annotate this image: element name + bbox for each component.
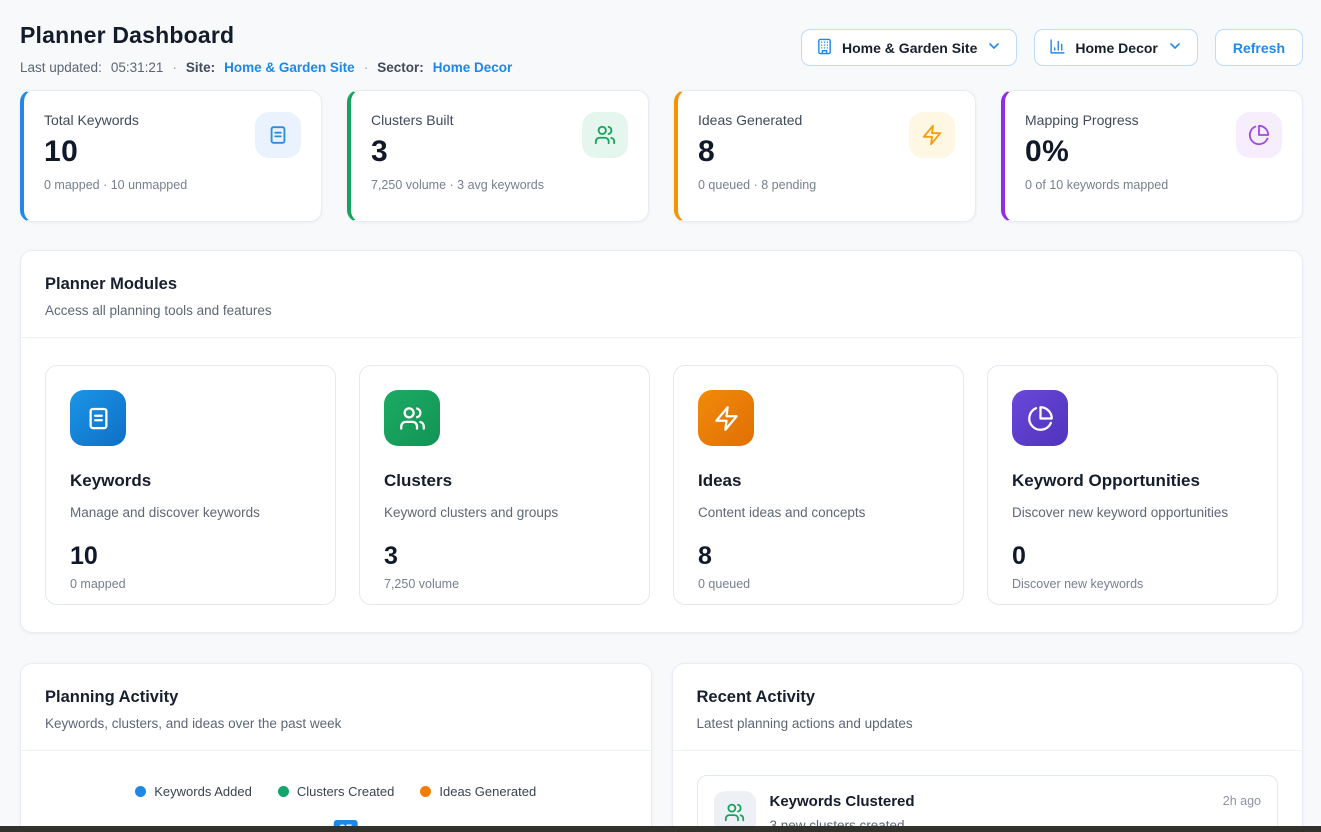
users-icon	[582, 112, 628, 158]
stat-value: 8	[698, 135, 816, 169]
site-label: Site:	[186, 60, 215, 75]
stats-row: Total Keywords 10 0 mapped · 10 unmapped…	[20, 90, 1303, 222]
last-updated-value: 05:31:21	[111, 60, 164, 75]
module-description: Discover new keyword opportunities	[1012, 505, 1253, 520]
stat-value: 3	[371, 135, 544, 169]
module-subtext: 0 queued	[698, 577, 939, 591]
module-title: Keyword Opportunities	[1012, 471, 1253, 491]
taskbar-edge	[0, 826, 1321, 832]
header-controls: Home & Garden Site Home Decor Refresh	[801, 29, 1303, 66]
file-lines-icon	[255, 112, 301, 158]
site-selector-dropdown[interactable]: Home & Garden Site	[801, 29, 1017, 66]
module-subtext: Discover new keywords	[1012, 577, 1253, 591]
activity-title: Keywords Clustered	[770, 793, 1209, 810]
legend-dot-blue	[135, 786, 146, 797]
chevron-down-icon	[986, 38, 1002, 57]
module-description: Content ideas and concepts	[698, 505, 939, 520]
stat-card-clusters-built: Clusters Built 3 7,250 volume · 3 avg ke…	[347, 90, 649, 222]
users-icon	[384, 390, 440, 446]
stat-card-ideas-generated: Ideas Generated 8 0 queued · 8 pending	[674, 90, 976, 222]
legend-label: Keywords Added	[154, 784, 252, 799]
planner-modules-panel: Planner Modules Access all planning tool…	[20, 250, 1303, 633]
bottom-row: Planning Activity Keywords, clusters, an…	[20, 663, 1303, 832]
planning-activity-subtitle: Keywords, clusters, and ideas over the p…	[45, 716, 627, 731]
pie-chart-icon	[1236, 112, 1282, 158]
module-description: Keyword clusters and groups	[384, 505, 625, 520]
module-card-keyword-opportunities[interactable]: Keyword Opportunities Discover new keywo…	[987, 365, 1278, 605]
recent-activity-title: Recent Activity	[697, 688, 1279, 707]
chevron-down-icon	[1167, 38, 1183, 57]
header-meta: Last updated: 05:31:21 · Site: Home & Ga…	[20, 60, 512, 75]
stat-label: Mapping Progress	[1025, 112, 1168, 128]
module-value: 10	[70, 542, 311, 571]
legend-dot-green	[278, 786, 289, 797]
legend-label: Clusters Created	[297, 784, 395, 799]
planning-activity-panel: Planning Activity Keywords, clusters, an…	[20, 663, 652, 832]
stat-label: Clusters Built	[371, 112, 544, 128]
module-description: Manage and discover keywords	[70, 505, 311, 520]
meta-separator: ·	[172, 60, 177, 75]
site-link[interactable]: Home & Garden Site	[224, 60, 355, 75]
stat-subtext: 0 queued · 8 pending	[698, 178, 816, 192]
stat-subtext: 0 of 10 keywords mapped	[1025, 178, 1168, 192]
zap-icon	[698, 390, 754, 446]
zap-icon	[909, 112, 955, 158]
modules-header: Planner Modules Access all planning tool…	[21, 251, 1302, 338]
meta-separator: ·	[364, 60, 369, 75]
legend-item-clusters-created: Clusters Created	[278, 784, 395, 799]
last-updated-label: Last updated:	[20, 60, 102, 75]
sector-selector-value: Home Decor	[1075, 40, 1157, 56]
recent-activity-subtitle: Latest planning actions and updates	[697, 716, 1279, 731]
stat-value: 0%	[1025, 135, 1168, 169]
building-icon	[816, 38, 833, 58]
activity-item-keywords-clustered: Keywords Clustered 3 new clusters create…	[697, 775, 1279, 832]
file-lines-icon	[70, 390, 126, 446]
planning-activity-header: Planning Activity Keywords, clusters, an…	[21, 664, 651, 751]
stat-value: 10	[44, 135, 187, 169]
sector-selector-dropdown[interactable]: Home Decor	[1034, 29, 1197, 66]
module-card-ideas[interactable]: Ideas Content ideas and concepts 8 0 que…	[673, 365, 964, 605]
recent-activity-header: Recent Activity Latest planning actions …	[673, 664, 1303, 751]
header-left: Planner Dashboard Last updated: 05:31:21…	[20, 20, 512, 75]
module-title: Clusters	[384, 471, 625, 491]
modules-grid: Keywords Manage and discover keywords 10…	[21, 338, 1302, 632]
module-title: Ideas	[698, 471, 939, 491]
stat-label: Ideas Generated	[698, 112, 816, 128]
activity-list: Keywords Clustered 3 new clusters create…	[673, 751, 1303, 832]
stat-card-mapping-progress: Mapping Progress 0% 0 of 10 keywords map…	[1001, 90, 1303, 222]
planning-activity-title: Planning Activity	[45, 688, 627, 707]
module-title: Keywords	[70, 471, 311, 491]
module-subtext: 0 mapped	[70, 577, 311, 591]
page-title: Planner Dashboard	[20, 22, 512, 49]
module-value: 3	[384, 542, 625, 571]
module-value: 0	[1012, 542, 1253, 571]
stat-label: Total Keywords	[44, 112, 187, 128]
stat-subtext: 7,250 volume · 3 avg keywords	[371, 178, 544, 192]
legend-label: Ideas Generated	[439, 784, 536, 799]
legend-item-keywords-added: Keywords Added	[135, 784, 252, 799]
sector-link[interactable]: Home Decor	[433, 60, 513, 75]
modules-title: Planner Modules	[45, 275, 1278, 294]
module-card-clusters[interactable]: Clusters Keyword clusters and groups 3 7…	[359, 365, 650, 605]
pie-chart-icon	[1012, 390, 1068, 446]
refresh-button[interactable]: Refresh	[1215, 29, 1303, 66]
stat-subtext: 0 mapped · 10 unmapped	[44, 178, 187, 192]
legend-dot-orange	[420, 786, 431, 797]
stat-card-total-keywords: Total Keywords 10 0 mapped · 10 unmapped	[20, 90, 322, 222]
legend-item-ideas-generated: Ideas Generated	[420, 784, 536, 799]
bar-chart-icon	[1049, 38, 1066, 58]
planner-dashboard-page: Planner Dashboard Last updated: 05:31:21…	[0, 0, 1321, 832]
sector-label: Sector:	[377, 60, 424, 75]
chart-legend: Keywords Added Clusters Created Ideas Ge…	[21, 784, 651, 799]
module-card-keywords[interactable]: Keywords Manage and discover keywords 10…	[45, 365, 336, 605]
page-header: Planner Dashboard Last updated: 05:31:21…	[20, 20, 1303, 75]
activity-timestamp: 2h ago	[1223, 794, 1261, 808]
site-selector-value: Home & Garden Site	[842, 40, 977, 56]
module-value: 8	[698, 542, 939, 571]
recent-activity-panel: Recent Activity Latest planning actions …	[672, 663, 1304, 832]
modules-subtitle: Access all planning tools and features	[45, 303, 1278, 318]
module-subtext: 7,250 volume	[384, 577, 625, 591]
